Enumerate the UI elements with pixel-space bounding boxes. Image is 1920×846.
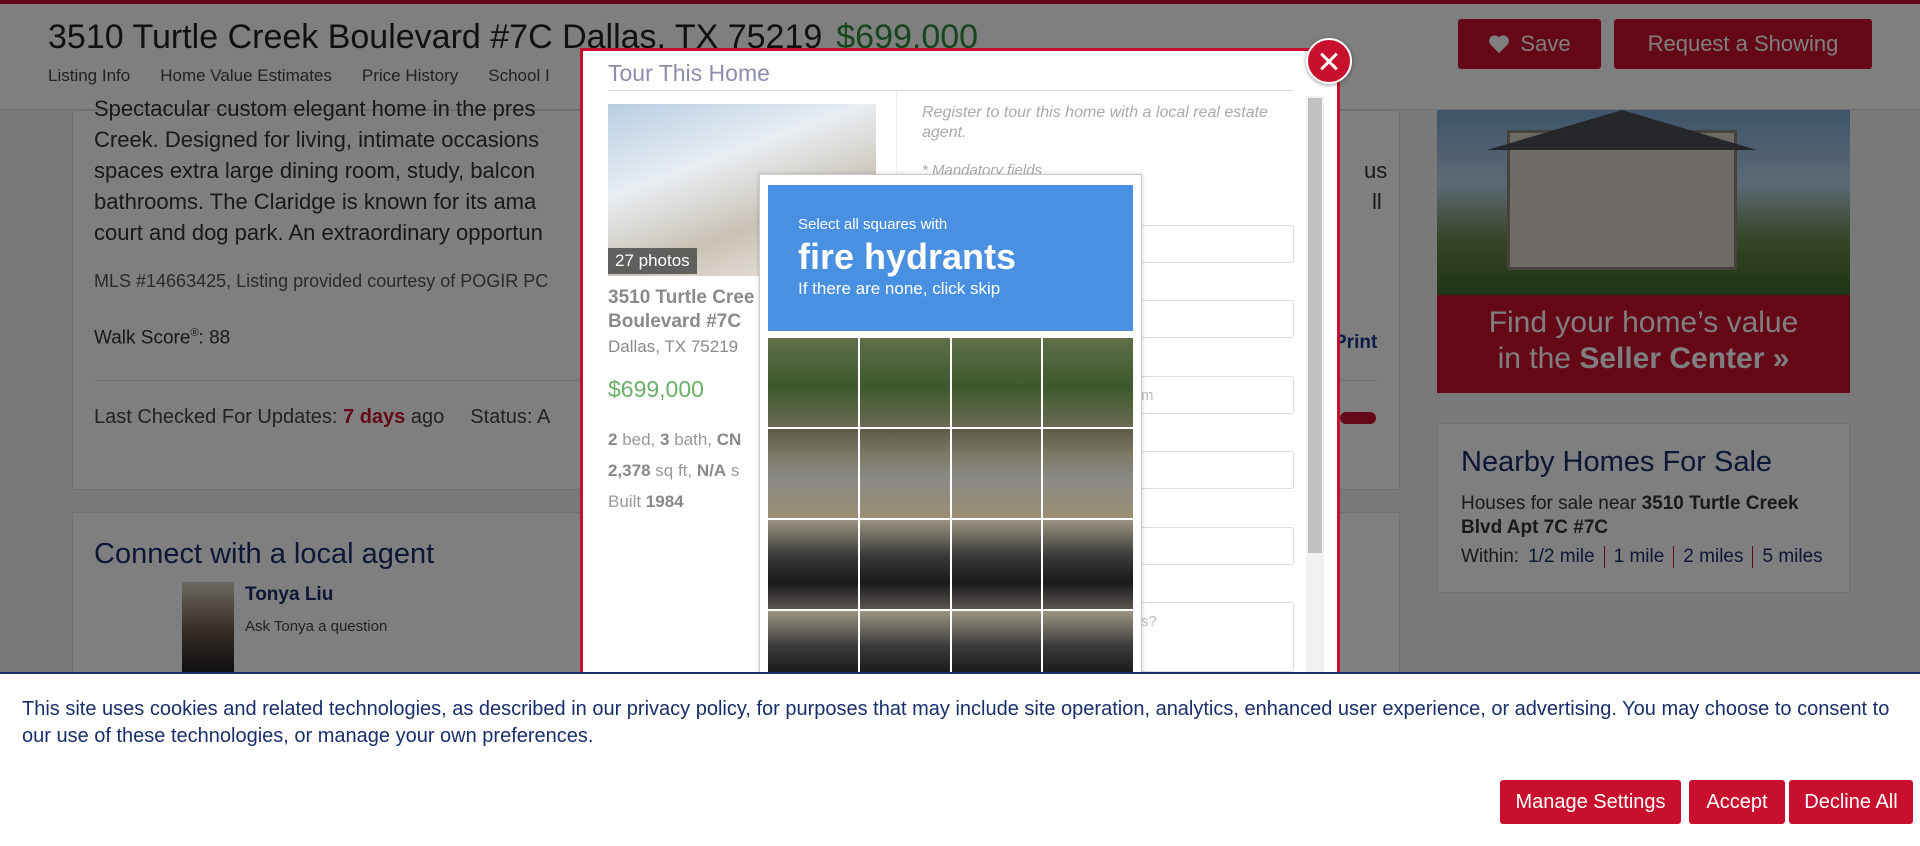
captcha-tile[interactable] <box>859 429 950 518</box>
modal-city: Dallas, TX 75219 <box>608 337 739 356</box>
captcha-tile[interactable] <box>768 429 858 518</box>
cookie-text: This site uses cookies and related techn… <box>22 698 1890 747</box>
captcha-tile[interactable] <box>1043 429 1133 518</box>
modal-scrollbar-thumb[interactable] <box>1308 98 1322 553</box>
captcha-grid <box>768 338 1133 700</box>
captcha-tile[interactable] <box>859 338 950 427</box>
form-field-1[interactable] <box>1140 225 1294 263</box>
form-textarea[interactable]: s? <box>1140 602 1294 672</box>
captcha-tile[interactable] <box>1043 520 1133 609</box>
captcha-tile[interactable] <box>859 520 950 609</box>
modal-facts: 2 bed, 3 bath, CN 2,378 sq ft, N/A s Bui… <box>608 430 742 511</box>
captcha-tile[interactable] <box>768 520 858 609</box>
captcha-tile[interactable] <box>951 338 1042 427</box>
photo-count-badge[interactable]: 27 photos <box>608 248 697 274</box>
modal-divider <box>608 90 1293 91</box>
form-field-5[interactable] <box>1140 527 1294 565</box>
modal-title: Tour This Home <box>608 60 770 86</box>
captcha-hint: If there are none, click skip <box>798 279 1001 298</box>
form-field-2[interactable] <box>1140 300 1294 338</box>
captcha-tile[interactable] <box>951 429 1042 518</box>
form-field-3[interactable]: m <box>1140 376 1294 414</box>
captcha-tile[interactable] <box>951 520 1042 609</box>
captcha-target: fire hydrants <box>798 236 1017 277</box>
decline-all-button[interactable]: Decline All <box>1789 780 1913 824</box>
close-icon[interactable] <box>1306 38 1352 84</box>
modal-price: $699,000 <box>608 376 704 402</box>
accept-button[interactable]: Accept <box>1689 780 1785 824</box>
form-field-4[interactable] <box>1140 451 1294 489</box>
captcha-tile[interactable] <box>768 338 858 427</box>
register-instructions: Register to tour this home with a local … <box>922 104 1268 141</box>
captcha-tile[interactable] <box>1043 338 1133 427</box>
manage-settings-button[interactable]: Manage Settings <box>1500 780 1681 824</box>
captcha-instruction: Select all squares with <box>798 216 948 233</box>
